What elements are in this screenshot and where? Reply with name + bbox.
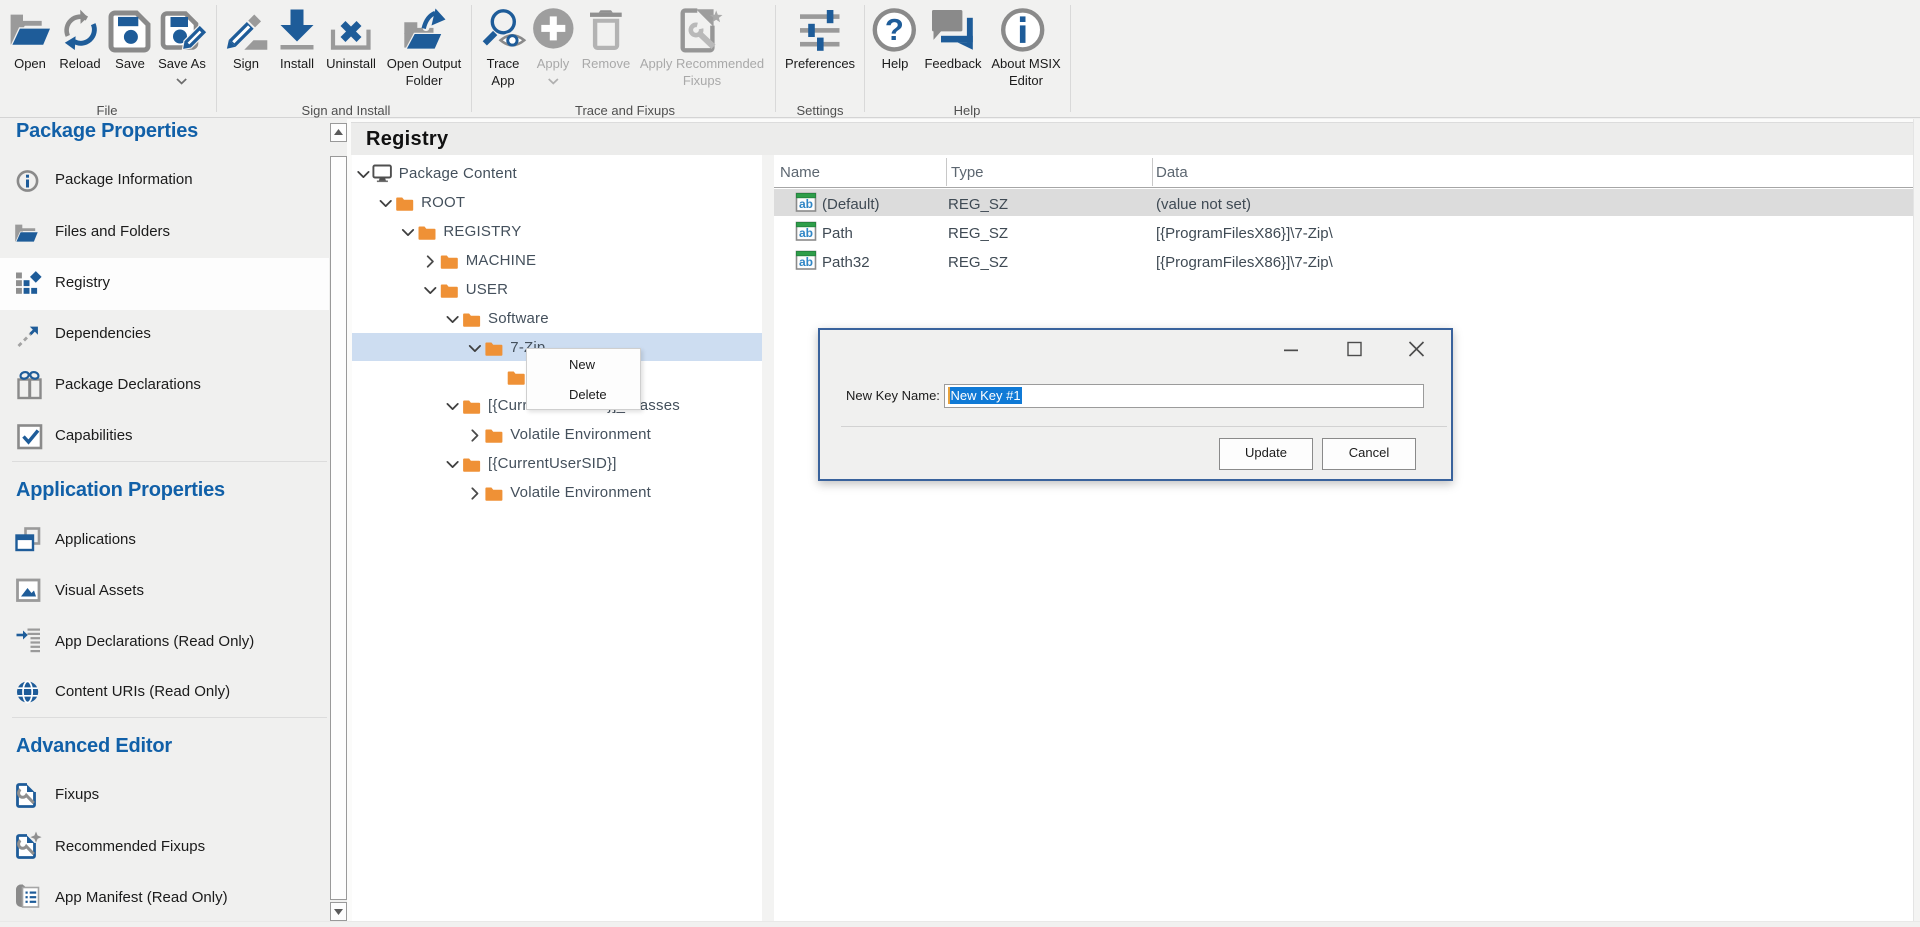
svg-text:ab: ab xyxy=(799,255,813,269)
svg-text:ab: ab xyxy=(799,226,813,240)
svg-text:ab: ab xyxy=(799,197,813,211)
